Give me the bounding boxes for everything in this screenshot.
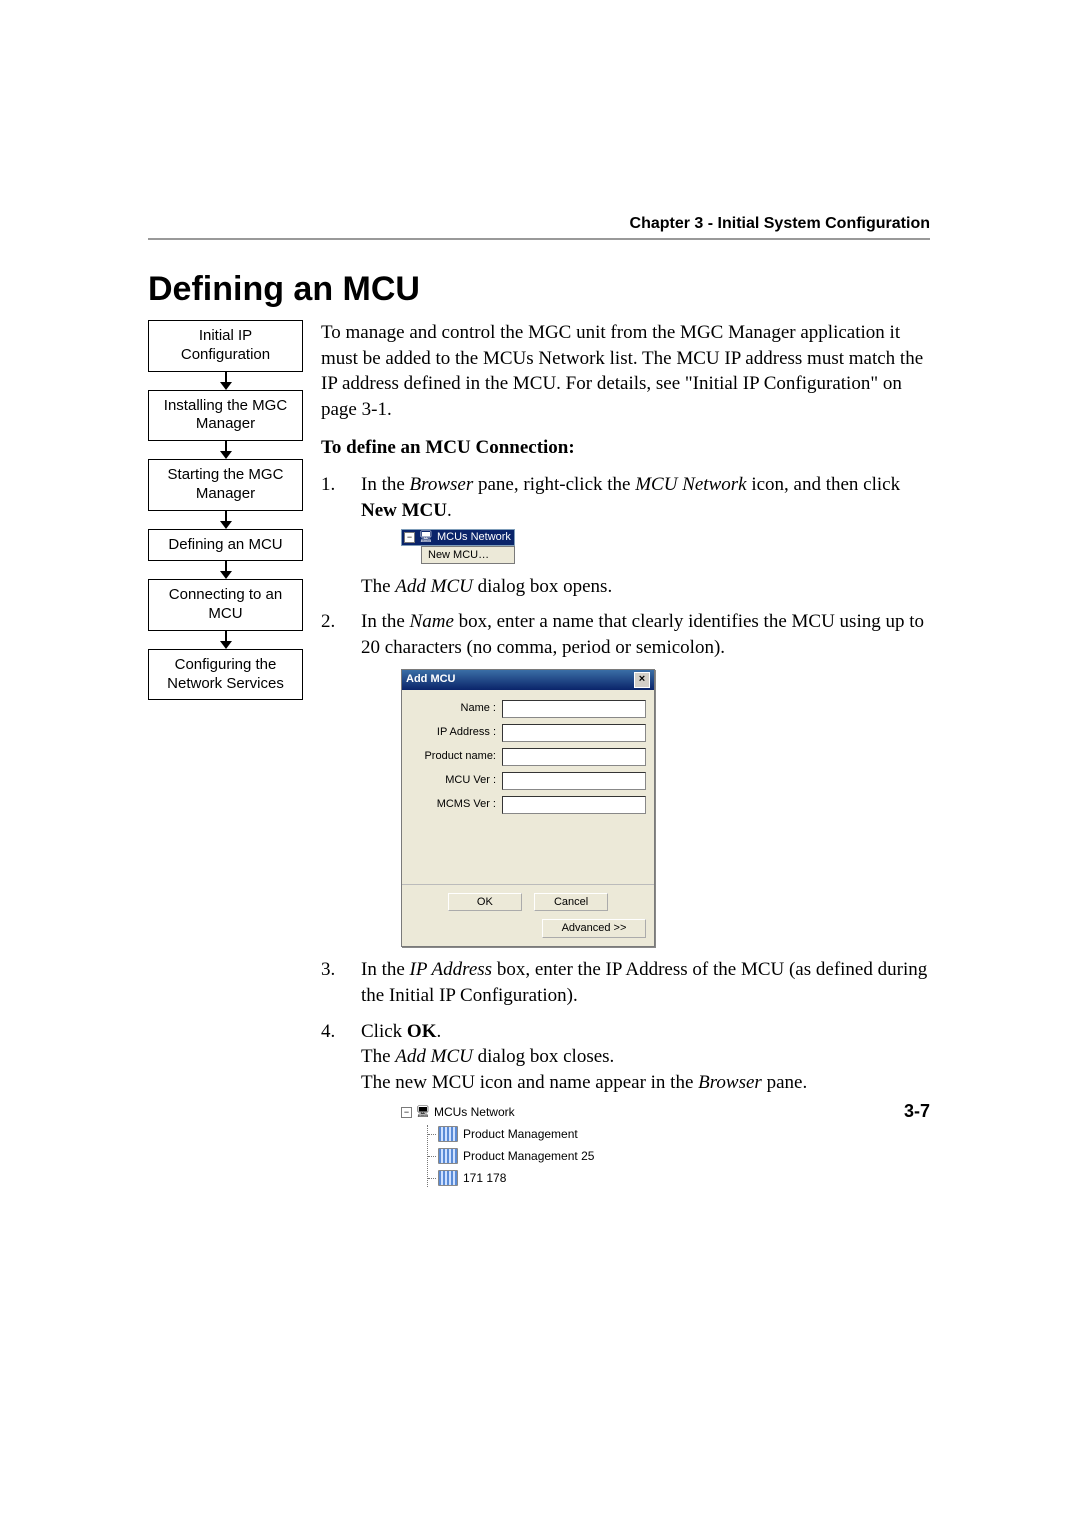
text: In the [361, 959, 410, 980]
label-mcu-ver: MCU Ver : [410, 773, 502, 788]
mcu-icon [438, 1126, 458, 1142]
network-icon: 🖥 [419, 531, 433, 543]
text: In the [361, 611, 410, 632]
text: dialog box opens. [473, 576, 612, 597]
step-4-result-1: The Add MCU dialog box closes. [361, 1044, 930, 1070]
instruction-heading: To define an MCU Connection: [321, 435, 930, 461]
row-mcms-ver: MCMS Ver : [410, 796, 646, 814]
text: Click [361, 1021, 407, 1042]
step-list: In the Browser pane, right-click the MCU… [321, 472, 930, 1187]
intro-paragraph: To manage and control the MGC unit from … [321, 320, 930, 423]
browser-tree-screenshot: − 🖥 MCUs Network Product Management [401, 1103, 631, 1187]
dialog-title: Add MCU [406, 672, 456, 687]
step-1-result: The Add MCU dialog box opens. [361, 574, 930, 600]
text: Browser [698, 1072, 762, 1093]
text: OK [407, 1021, 437, 1042]
page-number: 3-7 [904, 1101, 930, 1122]
label-product: Product name: [410, 749, 502, 764]
name-field[interactable] [502, 700, 646, 718]
tree-item[interactable]: Product Management 25 [438, 1147, 631, 1165]
tree-root-label: MCUs Network [437, 531, 511, 543]
flow-box-initial-ip: Initial IP Configuration [148, 320, 303, 372]
label-name: Name : [410, 701, 502, 716]
advanced-button[interactable]: Advanced >> [542, 919, 646, 938]
tree-root[interactable]: − 🖥 MCUs Network [401, 1103, 631, 1121]
tree-expander-icon[interactable]: − [404, 532, 415, 543]
cancel-button[interactable]: Cancel [534, 893, 608, 912]
flowchart: Initial IP Configuration Installing the … [148, 320, 303, 700]
tree-item-label: Product Management [463, 1125, 578, 1143]
dialog-titlebar[interactable]: Add MCU × [402, 670, 654, 690]
row-mcu-ver: MCU Ver : [410, 772, 646, 790]
mcu-icon [438, 1148, 458, 1164]
text: . [436, 1021, 441, 1042]
ok-button[interactable]: OK [448, 893, 522, 912]
page-title: Defining an MCU [148, 270, 420, 309]
tree-root-label: MCUs Network [434, 1103, 515, 1121]
text: Add MCU [395, 576, 473, 597]
row-product: Product name: [410, 748, 646, 766]
text: pane. [762, 1072, 807, 1093]
tree-children: Product Management Product Management 25… [427, 1125, 631, 1187]
text: The [361, 576, 395, 597]
mcu-ver-field[interactable] [502, 772, 646, 790]
label-ip: IP Address : [410, 725, 502, 740]
text: Browser [410, 474, 474, 495]
text: icon, and then click [747, 474, 901, 495]
row-ip: IP Address : [410, 724, 646, 742]
flow-box-starting: Starting the MGC Manager [148, 459, 303, 511]
text: The new MCU icon and name appear in the [361, 1072, 698, 1093]
tree-item-label: 171 178 [463, 1169, 506, 1187]
tree-item[interactable]: 171 178 [438, 1169, 631, 1187]
flow-box-configuring: Configuring the Network Services [148, 649, 303, 701]
flow-box-installing: Installing the MGC Manager [148, 390, 303, 442]
dialog-advanced-row: Advanced >> [402, 919, 654, 946]
step-4: Click OK. The Add MCU dialog box closes.… [321, 1019, 930, 1188]
text: In the [361, 474, 410, 495]
tree-root-selected[interactable]: − 🖥 MCUs Network [401, 529, 515, 545]
spacer [410, 820, 646, 880]
ip-address-field[interactable] [502, 724, 646, 742]
tree-expander-icon[interactable]: − [401, 1107, 412, 1118]
row-name: Name : [410, 700, 646, 718]
text: . [447, 500, 452, 521]
flow-box-defining: Defining an MCU [148, 529, 303, 562]
step-3: In the IP Address box, enter the IP Addr… [321, 957, 930, 1008]
content: To manage and control the MGC unit from … [321, 320, 930, 1197]
dialog-buttons: OK Cancel [402, 884, 654, 920]
text: MCU Network [635, 474, 746, 495]
network-icon: 🖥 [416, 1104, 430, 1121]
dialog-body: Name : IP Address : Product name: [402, 690, 654, 884]
text: Add MCU [395, 1046, 473, 1067]
mcu-icon [438, 1170, 458, 1186]
page: Chapter 3 - Initial System Configuration… [0, 0, 1080, 1528]
close-icon[interactable]: × [634, 672, 650, 688]
context-menu-item-new-mcu[interactable]: New MCU… [421, 546, 515, 564]
context-menu-screenshot: − 🖥 MCUs Network New MCU… [401, 529, 515, 563]
mcms-ver-field[interactable] [502, 796, 646, 814]
tree-item-label: Product Management 25 [463, 1147, 594, 1165]
flow-box-connecting: Connecting to an MCU [148, 579, 303, 631]
text: Name [410, 611, 454, 632]
chapter-header: Chapter 3 - Initial System Configuration [630, 215, 930, 233]
product-name-field[interactable] [502, 748, 646, 766]
text: The [361, 1046, 395, 1067]
text: IP Address [410, 959, 493, 980]
body: Initial IP Configuration Installing the … [148, 320, 930, 1197]
text: pane, right-click the [473, 474, 635, 495]
tree-item[interactable]: Product Management [438, 1125, 631, 1143]
add-mcu-dialog: Add MCU × Name : IP Address : [401, 669, 655, 948]
label-mcms-ver: MCMS Ver : [410, 797, 502, 812]
text: New MCU [361, 500, 447, 521]
step-2: In the Name box, enter a name that clear… [321, 609, 930, 947]
text: dialog box closes. [473, 1046, 614, 1067]
step-4-result-2: The new MCU icon and name appear in the … [361, 1070, 930, 1096]
header-rule [148, 238, 930, 240]
step-1: In the Browser pane, right-click the MCU… [321, 472, 930, 599]
